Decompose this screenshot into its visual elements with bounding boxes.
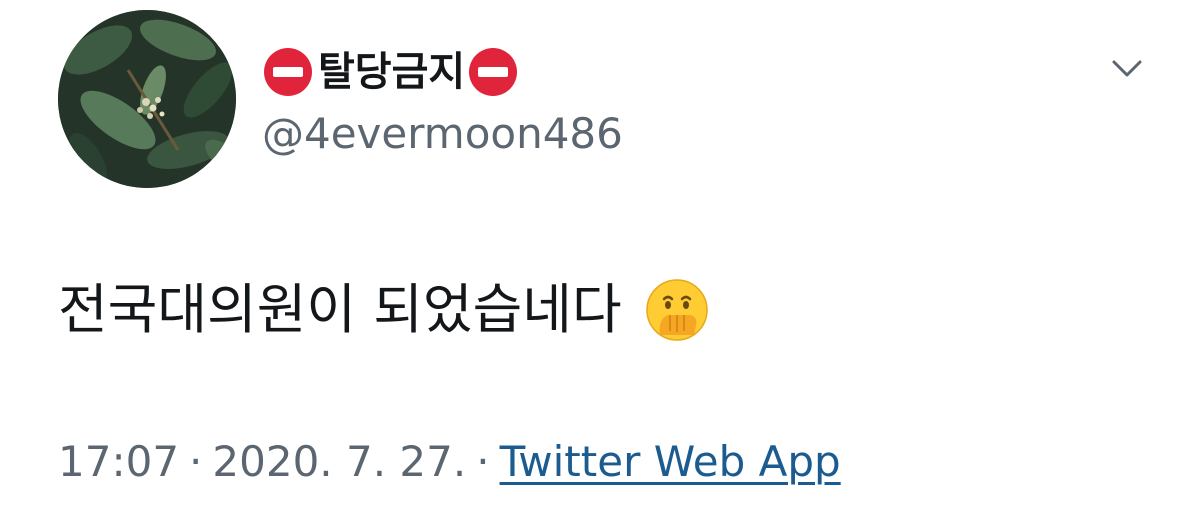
meta-separator: ·: [189, 437, 203, 486]
tweet-text: 전국대의원이 되었습네다: [58, 270, 710, 350]
tweet-date: 2020. 7. 27.: [212, 437, 467, 486]
author-handle[interactable]: @4evermoon486: [262, 106, 623, 162]
author-name-row[interactable]: 탈당금지: [262, 42, 519, 102]
no-entry-icon: [262, 46, 314, 98]
meta-separator: ·: [476, 437, 490, 486]
tweet-time: 17:07: [58, 437, 180, 486]
tweet-card: 탈당금지 @4evermoon486 전국대의원이 되었습네다 17:07 · …: [0, 0, 1200, 525]
avatar[interactable]: [58, 10, 236, 188]
chevron-down-icon[interactable]: [1110, 56, 1144, 80]
tweet-source-link[interactable]: Twitter Web App: [500, 437, 841, 486]
display-name: 탈당금지: [318, 49, 466, 95]
face-with-hand-over-mouth-icon: [644, 277, 710, 343]
tweet-body: 전국대의원이 되었습네다: [58, 278, 622, 341]
no-entry-icon: [467, 46, 519, 98]
leafy-branch-avatar: [58, 10, 236, 188]
tweet-meta: 17:07 · 2020. 7. 27. · Twitter Web App: [58, 432, 841, 492]
